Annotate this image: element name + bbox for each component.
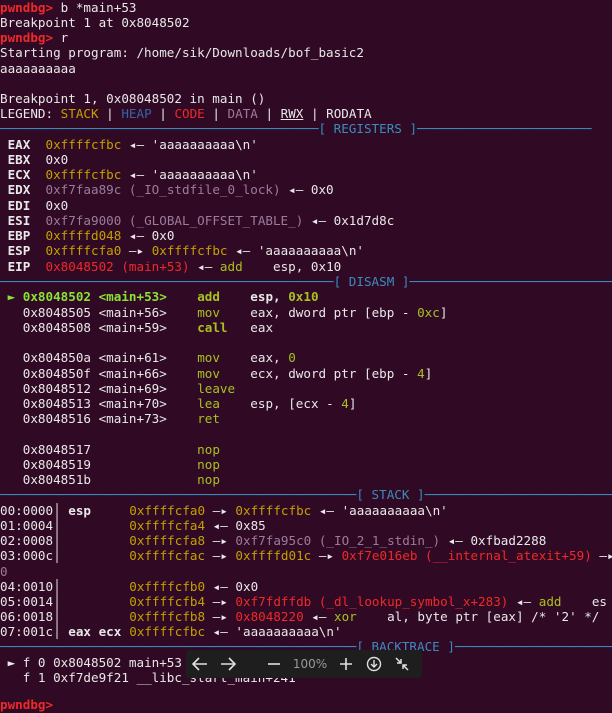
stack-row[interactable]: 03:000c│ 0xffffcfac —▸ 0xffffd01c —▸ 0xf… [0, 548, 612, 564]
disasm-row[interactable]: 0x8048517 nop [0, 442, 220, 458]
command-text: b *main+53 [53, 0, 137, 15]
register-edx: EDX 0xf7faa89c (_IO_stdfile_0_lock) ◂— 0… [7, 182, 334, 197]
disasm-row[interactable]: 0x8048505 <main+56> mov eax, dword ptr [… [0, 305, 448, 321]
output-line: Starting program: /home/sik/Downloads/bo… [0, 45, 364, 60]
output-line: aaaaaaaaaa [0, 61, 76, 76]
register-ebx: EBX 0x0 [7, 152, 69, 167]
current-frame-marker-icon: ► [0, 655, 23, 670]
stack-row-wrap: 0 [0, 564, 8, 579]
current-instruction-marker-icon: ► [0, 289, 23, 304]
stack-row[interactable]: 05:0014│ 0xffffcfb4 —▸ 0xf7fdffdb (_dl_l… [0, 594, 612, 610]
legend-stack: STACK [60, 106, 99, 121]
disasm-row[interactable]: 0x804851b nop [0, 472, 220, 488]
plus-icon[interactable] [332, 652, 360, 676]
register-ebp: EBP 0xffffd048 ◂— 0x0 [7, 228, 175, 243]
register-ecx: ECX 0xffffcfbc ◂— 'aaaaaaaaaa\n' [7, 167, 258, 182]
legend-rodata: RODATA [326, 106, 372, 121]
zoom-level: 100% [292, 657, 328, 671]
arrow-left-icon[interactable] [186, 652, 214, 676]
stack-row[interactable]: 02:0008│ 0xffffcfa8 —▸ 0xf7fa95c0 (_IO_2… [0, 533, 546, 549]
backtrace-frame[interactable]: ► f 0 0x8048502 main+53 [0, 655, 182, 671]
register-eax: EAX 0xffffcfbc ◂— 'aaaaaaaaaa\n' [7, 137, 258, 152]
disasm-separator: ────────────────────────────────────────… [0, 274, 612, 289]
disasm-title: [ DISASM ] [333, 274, 410, 289]
disasm-row[interactable]: 0x8048519 nop [0, 457, 220, 473]
prompt: pwndbg> [0, 30, 54, 45]
stack-row[interactable]: 06:0018│ 0xffffcfb8 —▸ 0x8048220 ◂— xor … [0, 609, 612, 625]
zoom-controls: 100% [260, 652, 360, 676]
stack-row[interactable]: 07:001c│ eax ecx 0xffffcfbc ◂— 'aaaaaaaaa… [0, 624, 342, 640]
legend-code: CODE [174, 106, 205, 121]
registers-separator: ────────────────────────────────────────… [0, 121, 592, 136]
legend-data: DATA [227, 106, 258, 121]
output-line: Breakpoint 1, 0x08048502 in main () [0, 91, 266, 106]
output-line: Breakpoint 1 at 0x8048502 [0, 15, 190, 30]
bottom-prompt: pwndbg> [0, 697, 54, 712]
register-eip: EIP 0x8048502 (main+53) ◂— add esp, 0x10 [7, 259, 342, 274]
registers-title: [ REGISTERS ] [318, 121, 418, 136]
command-line-1: pwndbg> b *main+53 [0, 0, 136, 16]
arrow-right-icon[interactable] [214, 652, 242, 676]
disasm-row[interactable]: 0x8048512 <main+69> leave [0, 381, 235, 397]
stack-row[interactable]: 04:0010│ 0xffffcfb0 ◂— 0x0 [0, 579, 258, 595]
stack-title: [ STACK ] [356, 487, 425, 502]
disasm-row[interactable]: 0x8048508 <main+59> call eax [0, 320, 273, 336]
disasm-row[interactable]: 0x804850f <main+66> mov ecx, dword ptr [… [0, 366, 433, 382]
command-text: r [53, 30, 69, 45]
prompt: pwndbg> [0, 0, 54, 15]
register-esp: ESP 0xffffcfa0 —▸ 0xffffcfbc ◂— 'aaaaaaa… [7, 243, 364, 258]
minus-icon[interactable] [260, 652, 288, 676]
download-icon[interactable] [360, 652, 388, 676]
image-viewer-toolbar: 100% [186, 650, 422, 678]
legend-rwx: RWX [280, 106, 304, 121]
disasm-row[interactable]: 0x8048513 <main+70> lea esp, [ecx - 4] [0, 396, 357, 412]
disasm-row[interactable]: 0x804850a <main+61> mov eax, 0 [0, 350, 296, 366]
command-line-2: pwndbg> r [0, 30, 68, 46]
legend-heap: HEAP [121, 106, 152, 121]
stack-row[interactable]: 01:0004│ 0xffffcfa4 ◂— 0x85 [0, 518, 266, 534]
collapse-icon[interactable] [388, 652, 416, 676]
disasm-row[interactable]: 0x8048516 <main+73> ret [0, 411, 220, 427]
legend: LEGEND: STACK | HEAP | CODE | DATA | RWX… [0, 106, 372, 121]
stack-row[interactable]: 00:0000│ esp 0xffffcfa0 —▸ 0xffffcfbc ◂— … [0, 503, 448, 519]
terminal[interactable]: pwndbg> b *main+53 Breakpoint 1 at 0x804… [0, 0, 612, 712]
legend-prefix: LEGEND: [0, 106, 61, 121]
disasm-row-current[interactable]: ► 0x8048502 <main+53> add esp, 0x10 [0, 289, 319, 305]
register-edi: EDI 0x0 [7, 198, 69, 213]
register-esi: ESI 0xf7fa9000 (_GLOBAL_OFFSET_TABLE_) ◂… [7, 213, 395, 228]
stack-separator: ────────────────────────────────────────… [0, 487, 612, 502]
